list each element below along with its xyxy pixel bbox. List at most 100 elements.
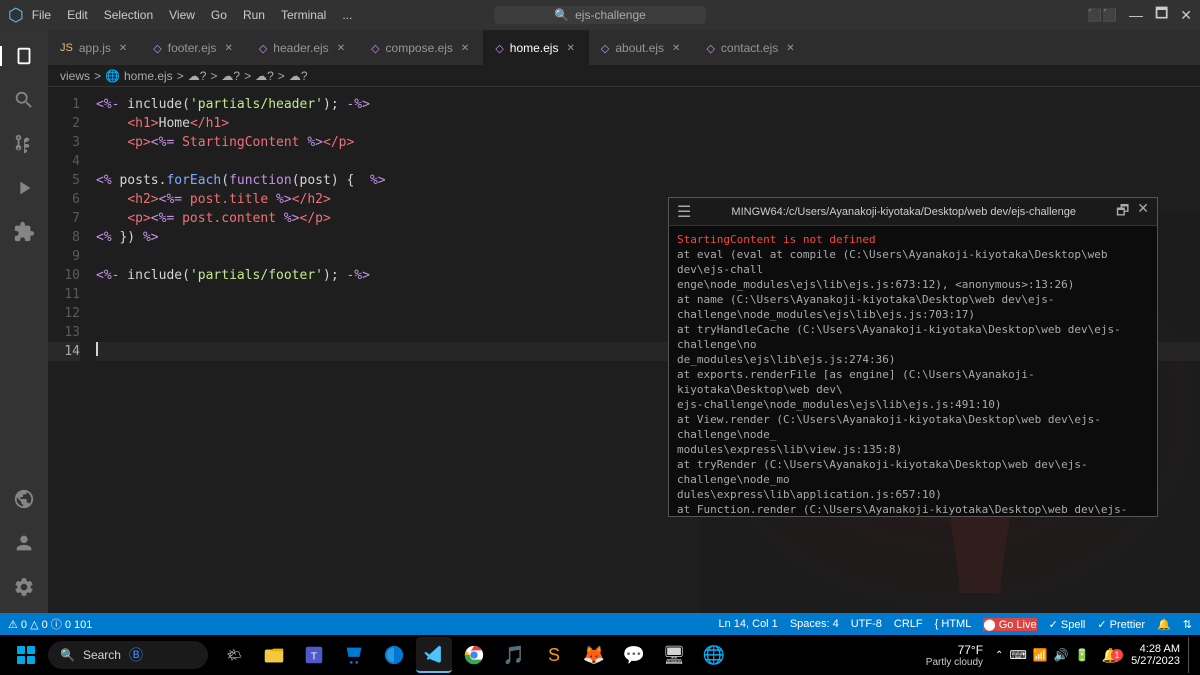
- term-stacktrace-6: at tryRender (C:\Users\Ayanakoji-kiyotak…: [677, 457, 1149, 502]
- tab-close-icon[interactable]: ✕: [222, 42, 234, 55]
- status-golive[interactable]: ⬤ Go Live: [983, 618, 1036, 631]
- line-numbers: 1 2 3 4 5 6 7 8 9 10 11 12 13 14: [48, 87, 88, 613]
- svg-text:T: T: [311, 652, 317, 663]
- tab-close-icon[interactable]: ✕: [335, 42, 347, 55]
- notification-bell[interactable]: 🔔 1: [1098, 647, 1123, 664]
- ejs-icon: ◇: [601, 42, 609, 55]
- title-bar: ⬡ File Edit Selection View Go Run Termin…: [0, 0, 1200, 30]
- term-stacktrace-3: at tryHandleCache (C:\Users\Ayanakoji-ki…: [677, 322, 1149, 367]
- taskbar-spotify[interactable]: 🎵: [496, 637, 532, 673]
- system-clock[interactable]: 4:28 AM 5/27/2023: [1131, 643, 1180, 667]
- taskbar-file-explorer[interactable]: [256, 637, 292, 673]
- weather-temp: 77°F: [958, 643, 983, 657]
- close-button[interactable]: ✕: [1180, 7, 1192, 24]
- menu-go[interactable]: Go: [211, 8, 227, 22]
- menu-file[interactable]: File: [32, 8, 51, 22]
- terminal-close[interactable]: ✕: [1137, 200, 1149, 224]
- breadcrumb: views > 🌐 home.ejs > ☁? > ☁? > ☁? > ☁?: [48, 65, 1200, 87]
- taskbar-search[interactable]: 🔍 Search Ⓑ: [48, 641, 208, 669]
- js-icon: JS: [60, 42, 73, 54]
- taskbar-widgets[interactable]: 🌤: [216, 637, 252, 673]
- sidebar-item-extensions[interactable]: [6, 214, 42, 250]
- tab-close-icon[interactable]: ✕: [117, 42, 129, 55]
- sidebar-item-run[interactable]: [6, 170, 42, 206]
- sidebar-item-remote[interactable]: [6, 481, 42, 517]
- tab-label: contact.ejs: [721, 41, 778, 55]
- menu-more[interactable]: ...: [342, 8, 352, 22]
- term-stacktrace-7: at Function.render (C:\Users\Ayanakoji-k…: [677, 502, 1149, 516]
- status-bar-right: Ln 14, Col 1 Spaces: 4 UTF-8 CRLF { HTML…: [718, 618, 1192, 631]
- maximize-button[interactable]: 🗖: [1155, 3, 1168, 27]
- terminal-body[interactable]: StartingContent is not defined at eval (…: [669, 226, 1157, 516]
- taskbar-vscode[interactable]: [416, 637, 452, 673]
- sidebar-item-search[interactable]: [6, 82, 42, 118]
- title-bar-search[interactable]: 🔍 ejs-challenge: [494, 6, 706, 24]
- tab-close-icon[interactable]: ✕: [784, 42, 796, 55]
- breadcrumb-icon: 🌐: [105, 69, 120, 83]
- taskbar-chrome[interactable]: [456, 637, 492, 673]
- status-language[interactable]: { HTML: [935, 618, 972, 630]
- term-stacktrace-4: at exports.renderFile [as engine] (C:\Us…: [677, 367, 1149, 412]
- sidebar-item-settings[interactable]: [6, 569, 42, 605]
- status-spell[interactable]: ✓ Spell: [1049, 618, 1086, 631]
- menu-view[interactable]: View: [169, 8, 195, 22]
- tray-battery[interactable]: 🔋: [1075, 648, 1090, 662]
- editor-content[interactable]: 1 2 3 4 5 6 7 8 9 10 11 12 13 14 <%- inc…: [48, 87, 1200, 613]
- breadcrumb-home[interactable]: home.ejs: [124, 69, 173, 83]
- tab-close-icon[interactable]: ✕: [670, 42, 682, 55]
- tab-header-ejs[interactable]: ◇ header.ejs ✕: [247, 30, 359, 65]
- tab-compose-ejs[interactable]: ◇ compose.ejs ✕: [359, 30, 483, 65]
- tab-footer-ejs[interactable]: ◇ footer.ejs ✕: [141, 30, 247, 65]
- start-button[interactable]: [8, 637, 44, 673]
- breadcrumb-cloud1: ☁?: [188, 69, 207, 83]
- status-bar: ⚠ 0 △ 0 ⓘ 0 101 Ln 14, Col 1 Spaces: 4 U…: [0, 613, 1200, 635]
- tray-arrow[interactable]: ⌃: [995, 650, 1003, 661]
- status-bell[interactable]: 🔔: [1157, 618, 1171, 631]
- menu-selection[interactable]: Selection: [104, 8, 153, 22]
- taskbar-terminal[interactable]: 🖥: [656, 637, 692, 673]
- menu-terminal[interactable]: Terminal: [281, 8, 326, 22]
- status-errors[interactable]: ⚠ 0 △ 0 ⓘ 0 101: [8, 616, 92, 632]
- ejs-icon: ◇: [495, 42, 503, 55]
- status-spaces[interactable]: Spaces: 4: [790, 618, 839, 630]
- search-icon: 🔍: [554, 8, 569, 22]
- window-layouts[interactable]: ⬛⬛: [1087, 8, 1117, 22]
- menu-run[interactable]: Run: [243, 8, 265, 22]
- tab-home-ejs[interactable]: ◇ home.ejs ✕: [483, 30, 589, 65]
- tray-network[interactable]: 📶: [1033, 648, 1048, 662]
- tray-volume[interactable]: 🔊: [1054, 648, 1069, 662]
- taskbar-app8[interactable]: S: [536, 637, 572, 673]
- ejs-icon: ◇: [371, 42, 379, 55]
- breadcrumb-views[interactable]: views: [60, 69, 90, 83]
- sidebar-item-account[interactable]: [6, 525, 42, 561]
- taskbar-edge[interactable]: [376, 637, 412, 673]
- terminal-minimize[interactable]: 🗗: [1116, 200, 1129, 224]
- status-sync[interactable]: ⇅: [1183, 618, 1192, 631]
- taskbar-app9[interactable]: 🦊: [576, 637, 612, 673]
- terminal-window: ☰ MINGW64:/c/Users/Ayanakoji-kiyotaka/De…: [668, 197, 1158, 517]
- taskbar-weather[interactable]: 77°F Partly cloudy: [922, 643, 987, 668]
- tab-about-ejs[interactable]: ◇ about.ejs ✕: [589, 30, 695, 65]
- tab-app-js[interactable]: JS app.js ✕: [48, 30, 141, 65]
- taskbar-teams[interactable]: T: [296, 637, 332, 673]
- code-line-5: <% posts. forEach ( function (post) { %>: [96, 171, 1200, 190]
- tab-contact-ejs[interactable]: ◇ contact.ejs ✕: [694, 30, 808, 65]
- status-eol[interactable]: CRLF: [894, 618, 923, 630]
- tab-close-icon[interactable]: ✕: [459, 42, 471, 55]
- sidebar-item-explorer[interactable]: [6, 38, 42, 74]
- sidebar-item-source-control[interactable]: [6, 126, 42, 162]
- taskbar-browser2[interactable]: 🌐: [696, 637, 732, 673]
- show-desktop[interactable]: [1188, 637, 1192, 673]
- tab-close-icon[interactable]: ✕: [564, 42, 576, 55]
- taskbar-store[interactable]: [336, 637, 372, 673]
- status-position[interactable]: Ln 14, Col 1: [718, 618, 777, 630]
- status-encoding[interactable]: UTF-8: [851, 618, 882, 630]
- status-prettier[interactable]: ✓ Prettier: [1097, 618, 1145, 631]
- tray-keyboard[interactable]: ⌨: [1009, 648, 1026, 662]
- taskbar-right: 77°F Partly cloudy ⌃ ⌨ 📶 🔊 🔋 🔔 1 4:28 AM…: [922, 637, 1192, 673]
- terminal-menu-icon[interactable]: ☰: [677, 202, 691, 222]
- taskbar-whatsapp[interactable]: 💬: [616, 637, 652, 673]
- minimize-button[interactable]: —: [1129, 7, 1143, 23]
- taskbar-apps: 🌤 T 🎵 S 🦊 💬 🖥 🌐: [216, 637, 732, 673]
- menu-edit[interactable]: Edit: [67, 8, 88, 22]
